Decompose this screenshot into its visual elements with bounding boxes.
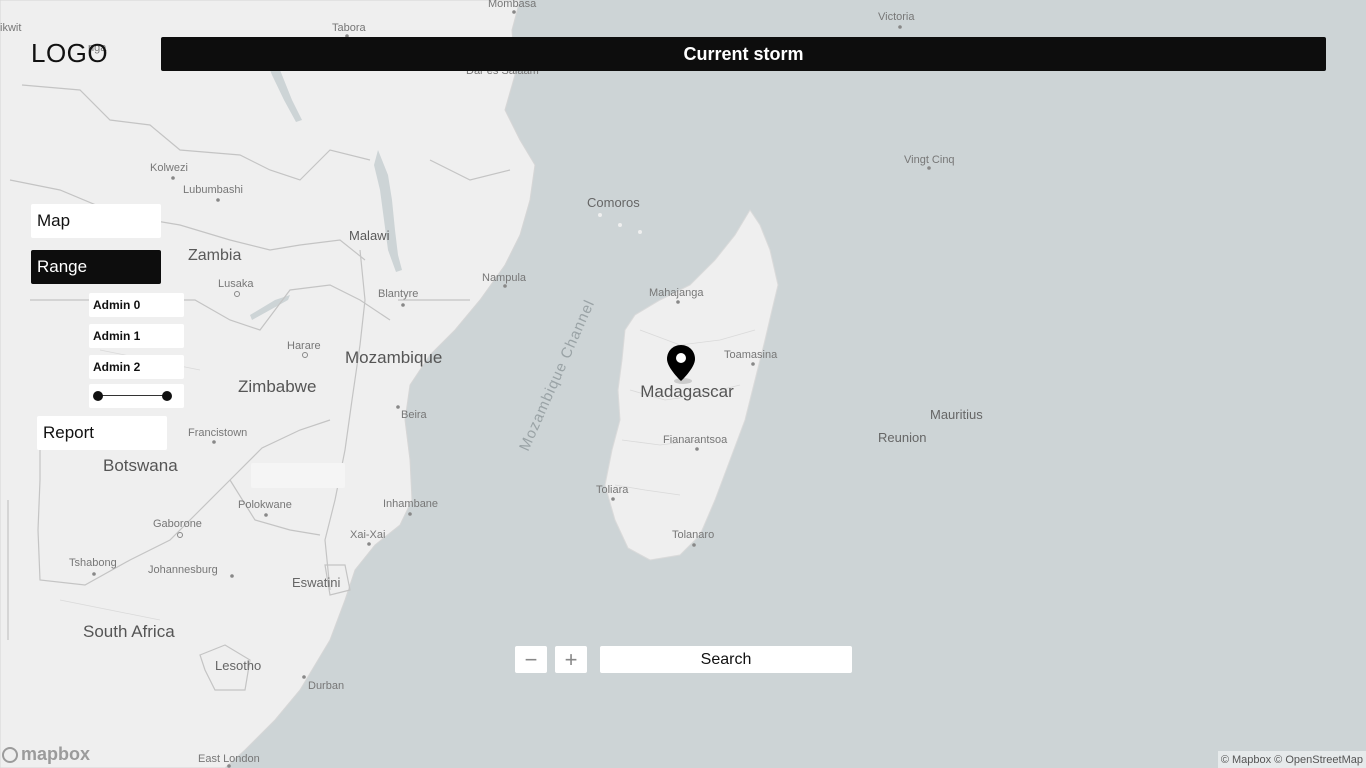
admin-0-button[interactable]: Admin 0 bbox=[89, 293, 184, 317]
label-xai-xai: Xai-Xai bbox=[350, 529, 385, 541]
label-polokwane: Polokwane bbox=[238, 499, 292, 511]
app-logo: LOGO bbox=[31, 38, 109, 68]
mapbox-logo[interactable]: mapbox bbox=[2, 744, 90, 765]
app-root: Zambia Zimbabwe Mozambique Malawi Botswa… bbox=[0, 0, 1366, 768]
label-kikwit: ikwit bbox=[0, 22, 21, 34]
range-button[interactable]: Range bbox=[31, 250, 161, 284]
admin-1-button[interactable]: Admin 1 bbox=[89, 324, 184, 348]
search-button[interactable]: Search bbox=[600, 646, 852, 673]
label-lesotho: Lesotho bbox=[215, 658, 261, 673]
label-gaborone: Gaborone bbox=[153, 518, 202, 530]
label-south-africa: South Africa bbox=[83, 622, 175, 641]
comoros-island bbox=[598, 213, 602, 217]
admin-2-button[interactable]: Admin 2 bbox=[89, 355, 184, 379]
mapbox-icon bbox=[2, 746, 18, 763]
comoros-island-3 bbox=[638, 230, 642, 234]
label-francistown: Francistown bbox=[188, 427, 247, 439]
empty-panel bbox=[251, 463, 345, 488]
label-botswana: Botswana bbox=[103, 456, 178, 475]
range-slider[interactable] bbox=[89, 384, 184, 408]
range-slider-min-handle[interactable] bbox=[93, 391, 103, 401]
label-madagascar: Madagascar bbox=[640, 382, 734, 401]
label-tshabong: Tshabong bbox=[69, 557, 117, 569]
label-kolwezi: Kolwezi bbox=[150, 162, 188, 174]
label-zimbabwe: Zimbabwe bbox=[238, 377, 316, 396]
report-button[interactable]: Report bbox=[37, 416, 167, 450]
label-lusaka: Lusaka bbox=[218, 278, 254, 290]
comoros-island-2 bbox=[618, 223, 622, 227]
label-harare: Harare bbox=[287, 340, 321, 352]
label-toliara: Toliara bbox=[596, 484, 629, 496]
zoom-in-button[interactable]: + bbox=[555, 646, 587, 673]
range-slider-max-handle[interactable] bbox=[162, 391, 172, 401]
label-mauritius: Mauritius bbox=[930, 407, 983, 422]
label-toamasina: Toamasina bbox=[724, 349, 778, 361]
label-malawi: Malawi bbox=[349, 228, 390, 243]
label-vingt-cinq: Vingt Cinq bbox=[904, 154, 955, 166]
page-title-bar: Current storm bbox=[161, 37, 1326, 71]
label-fianarantsoa: Fianarantsoa bbox=[663, 434, 728, 446]
label-blantyre: Blantyre bbox=[378, 288, 418, 300]
mapbox-wordmark: mapbox bbox=[21, 744, 91, 764]
label-victoria: Victoria bbox=[878, 11, 915, 23]
zoom-out-button[interactable]: − bbox=[515, 646, 547, 673]
label-east-london: East London bbox=[198, 753, 260, 765]
range-slider-track bbox=[98, 395, 167, 396]
attribution-text: © Mapbox © OpenStreetMap bbox=[1220, 753, 1363, 766]
label-reunion: Reunion bbox=[878, 430, 926, 445]
label-eswatini: Eswatini bbox=[292, 575, 341, 590]
label-durban: Durban bbox=[308, 680, 344, 692]
label-tabora: Tabora bbox=[332, 22, 367, 34]
map-attribution[interactable]: © Mapbox © OpenStreetMap bbox=[1217, 751, 1366, 768]
page-title: Current storm bbox=[683, 43, 804, 64]
label-inhambane: Inhambane bbox=[383, 498, 438, 510]
label-beira: Beira bbox=[401, 409, 428, 421]
label-mahajanga: Mahajanga bbox=[649, 287, 704, 299]
label-mombasa: Mombasa bbox=[488, 0, 537, 10]
label-johannesburg: Johannesburg bbox=[148, 564, 218, 576]
label-zambia: Zambia bbox=[188, 247, 241, 264]
label-mozambique: Mozambique bbox=[345, 348, 442, 367]
label-lubumbashi: Lubumbashi bbox=[183, 184, 243, 196]
label-nampula: Nampula bbox=[482, 272, 527, 284]
label-tolanaro: Tolanaro bbox=[672, 529, 714, 541]
label-comoros: Comoros bbox=[587, 195, 640, 210]
map-button[interactable]: Map bbox=[31, 204, 161, 238]
